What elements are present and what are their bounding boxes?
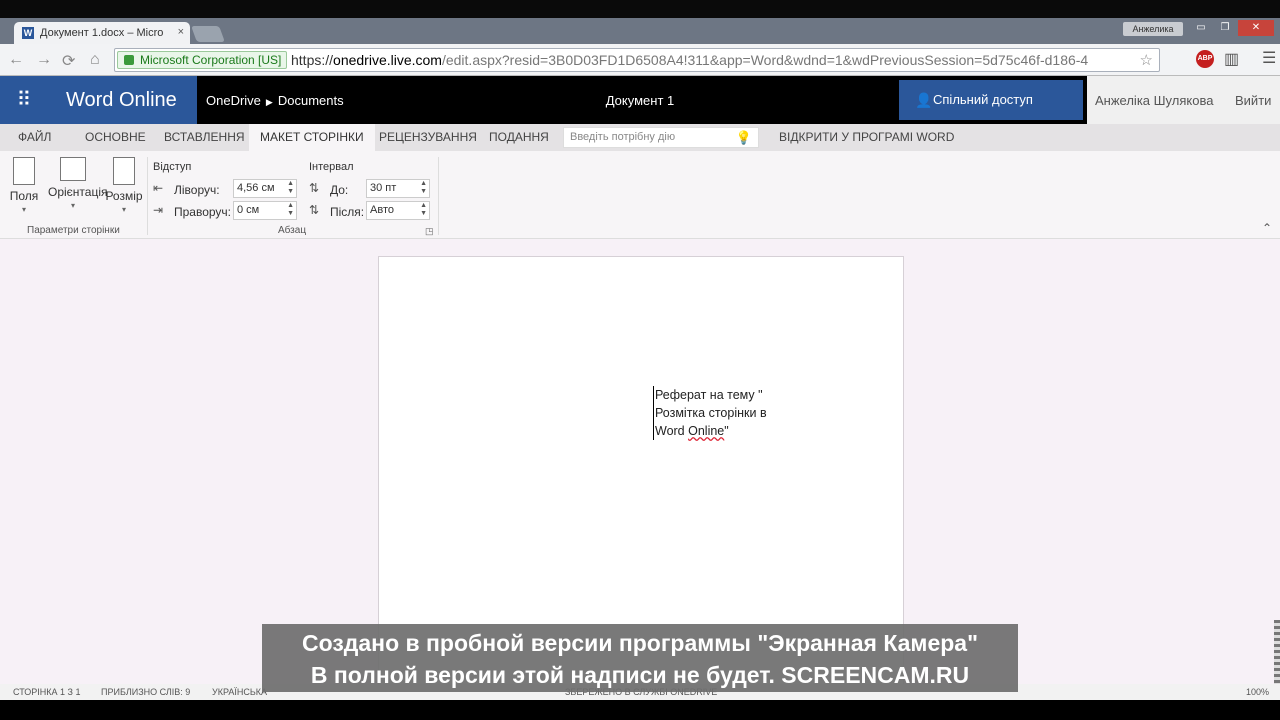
- collapse-ribbon-icon[interactable]: ⌃: [1262, 221, 1272, 235]
- close-tab-icon[interactable]: ×: [178, 26, 184, 38]
- close-window-button[interactable]: ✕: [1238, 20, 1274, 36]
- orientation-icon: [60, 157, 86, 181]
- spinner-arrows-icon[interactable]: ▲ ▼: [420, 202, 427, 218]
- word-favicon-icon: W: [22, 27, 34, 39]
- bookmark-star-icon[interactable]: ☆: [1140, 51, 1153, 69]
- spacing-after-icon: ⇅: [309, 203, 320, 217]
- margins-button[interactable]: Поля ▾: [0, 157, 48, 214]
- indent-left-icon: ⇤: [153, 181, 164, 195]
- doc-line-2: Розмітка сторінки в: [655, 406, 767, 420]
- status-word-count: ПРИБЛИЗНО СЛІВ: 9: [101, 687, 191, 697]
- browser-toolbar: ← → ⟳ ⌂ Microsoft Corporation [US] https…: [0, 44, 1280, 76]
- tab-review[interactable]: РЕЦЕНЗУВАННЯ: [379, 124, 477, 151]
- chevron-down-icon: ▾: [70, 201, 75, 210]
- home-icon[interactable]: ⌂: [90, 51, 100, 69]
- browser-tab[interactable]: W Документ 1.docx – Micro ×: [14, 22, 190, 44]
- doc-line-3: Word Online": [655, 424, 729, 438]
- screencam-watermark: Создано в пробной версии программы "Экра…: [262, 624, 1018, 692]
- group-divider: [438, 157, 439, 235]
- chevron-down-icon: ▾: [121, 205, 126, 214]
- document-title[interactable]: Документ 1: [540, 93, 740, 108]
- tab-title: Документ 1.docx – Micro: [40, 27, 164, 39]
- minimize-button[interactable]: ▭: [1190, 20, 1212, 36]
- indent-right-spinner[interactable]: 0 см ▲ ▼: [233, 201, 297, 220]
- spinner-arrows-icon[interactable]: ▲ ▼: [287, 202, 294, 218]
- adblock-icon[interactable]: ABP: [1196, 50, 1214, 68]
- tab-insert[interactable]: ВСТАВЛЕННЯ: [164, 124, 245, 151]
- user-area: Анжеліка Шулякова Вийти: [1087, 76, 1280, 124]
- page-setup-group-label: Параметри сторінки: [27, 225, 120, 236]
- document-page[interactable]: Реферат на тему " Розмітка сторінки в Wo…: [378, 256, 904, 686]
- share-label: Спільний доступ: [933, 92, 1033, 107]
- doc-line-1: Реферат на тему ": [655, 388, 763, 402]
- browser-chrome: W Документ 1.docx – Micro × Анжелика ▭ ❐…: [0, 18, 1280, 76]
- tab-strip: W Документ 1.docx – Micro × Анжелика ▭ ❐…: [0, 18, 1280, 44]
- spinner-arrows-icon[interactable]: ▲ ▼: [420, 180, 427, 196]
- spacing-before-icon: ⇅: [309, 181, 320, 195]
- add-person-icon: 👤: [915, 92, 933, 108]
- address-bar[interactable]: Microsoft Corporation [US] https://onedr…: [114, 48, 1160, 72]
- document-canvas: Реферат на тему " Розмітка сторінки в Wo…: [0, 239, 1280, 686]
- group-divider: [147, 157, 148, 235]
- status-page: СТОРІНКА 1 З 1: [13, 687, 81, 697]
- share-button[interactable]: 👤 Спільний доступ: [899, 80, 1083, 120]
- bar-chart-extension-icon[interactable]: ▥: [1224, 49, 1239, 69]
- profile-badge[interactable]: Анжелика: [1123, 22, 1183, 36]
- spacing-label: Інтервал: [309, 161, 354, 173]
- ribbon-page-layout: Поля ▾ Орієнтація ▾ Розмір ▾ Параметри с…: [0, 151, 1280, 239]
- scrollbar-texture: [1274, 620, 1280, 684]
- size-button[interactable]: Розмір ▾: [100, 157, 148, 214]
- paragraph-group-label: Абзац: [278, 225, 307, 236]
- ev-certificate-badge[interactable]: Microsoft Corporation [US]: [117, 51, 288, 69]
- spinner-arrows-icon[interactable]: ▲ ▼: [287, 180, 294, 196]
- user-name[interactable]: Анжеліка Шулякова: [1095, 93, 1213, 108]
- indent-label: Відступ: [153, 161, 192, 173]
- indent-right-label: Праворуч:: [174, 205, 232, 219]
- tell-me-input[interactable]: Введіть потрібну дію 💡: [563, 127, 759, 148]
- tab-page-layout[interactable]: МАКЕТ СТОРІНКИ: [249, 124, 375, 151]
- margins-icon: [13, 157, 35, 185]
- back-icon[interactable]: ←: [8, 51, 24, 69]
- open-in-word-button[interactable]: ВІДКРИТИ У ПРОГРАМІ WORD: [779, 124, 954, 151]
- document-body-text[interactable]: Реферат на тему " Розмітка сторінки в Wo…: [653, 386, 793, 440]
- breadcrumb-onedrive[interactable]: OneDrive: [206, 93, 261, 108]
- spacing-before-spinner[interactable]: 30 пт ▲ ▼: [366, 179, 430, 198]
- reload-icon[interactable]: ⟳: [62, 51, 75, 71]
- chevron-down-icon: ▾: [21, 205, 26, 214]
- page-size-icon: [113, 157, 135, 185]
- tab-file[interactable]: ФАЙЛ: [18, 124, 51, 151]
- indent-right-icon: ⇥: [153, 203, 164, 217]
- indent-left-spinner[interactable]: 4,56 см ▲ ▼: [233, 179, 297, 198]
- spacing-before-label: До:: [330, 183, 349, 197]
- forward-icon[interactable]: →: [36, 51, 52, 69]
- orientation-button[interactable]: Орієнтація ▾: [48, 157, 108, 210]
- dialog-launcher-icon[interactable]: ◳: [425, 226, 434, 237]
- app-launcher-icon[interactable]: ⠿: [0, 76, 48, 124]
- breadcrumb-chevron-icon: ▶: [265, 97, 273, 107]
- url-text: https://onedrive.live.com/edit.aspx?resi…: [291, 52, 1089, 68]
- screen-bottom-border: [0, 700, 1280, 720]
- spellcheck-word[interactable]: Online: [688, 424, 724, 438]
- lightbulb-icon: 💡: [735, 130, 752, 145]
- browser-menu-icon[interactable]: ☰: [1262, 48, 1276, 68]
- restore-button[interactable]: ❐: [1214, 20, 1236, 36]
- tab-view[interactable]: ПОДАННЯ: [489, 124, 549, 151]
- indent-left-label: Ліворуч:: [174, 183, 220, 197]
- spacing-after-label: Після:: [330, 205, 365, 219]
- new-tab-button[interactable]: [191, 26, 225, 42]
- app-brand[interactable]: Word Online: [48, 76, 197, 124]
- screen-top-border: [0, 0, 1280, 18]
- lock-icon: [124, 55, 134, 65]
- tab-home[interactable]: ОСНОВНЕ: [85, 124, 146, 151]
- breadcrumb: OneDrive ▶ Documents: [206, 93, 344, 108]
- breadcrumb-documents[interactable]: Documents: [278, 93, 344, 108]
- mouse-pointer-icon: [796, 335, 808, 351]
- sign-out-link[interactable]: Вийти: [1235, 93, 1271, 108]
- status-language[interactable]: УКРАЇНСЬКА: [212, 687, 267, 697]
- status-zoom[interactable]: 100%: [1246, 687, 1269, 697]
- word-app-bar: ⠿ Word Online OneDrive ▶ Documents Докумен…: [0, 76, 1280, 124]
- ribbon-tab-bar: ФАЙЛ ОСНОВНЕ ВСТАВЛЕННЯ МАКЕТ СТОРІНКИ Р…: [0, 124, 1280, 151]
- spacing-after-spinner[interactable]: Авто ▲ ▼: [366, 201, 430, 220]
